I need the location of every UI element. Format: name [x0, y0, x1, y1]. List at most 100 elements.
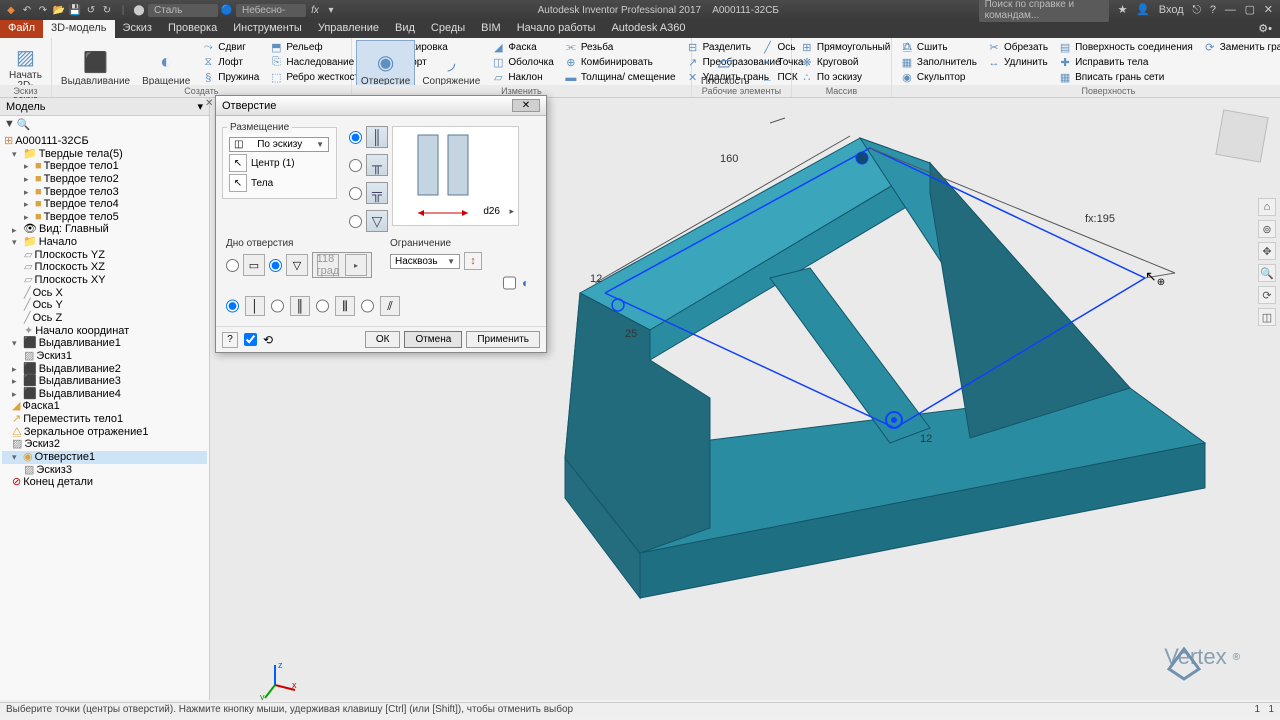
angle-bottom-radio[interactable]: [269, 259, 282, 272]
filter-icon[interactable]: ▼: [4, 118, 15, 131]
tree-plane[interactable]: ▱Плоскость XZ: [2, 261, 207, 274]
login-label[interactable]: Вход: [1156, 4, 1187, 16]
placement-combo[interactable]: ◫ По эскизу ▼: [229, 137, 329, 152]
tree-feature-hole[interactable]: ▾◉Отверстие1: [2, 451, 207, 464]
match-checkbox[interactable]: [503, 276, 516, 290]
expand-icon[interactable]: ▸: [12, 389, 21, 399]
home-icon[interactable]: ⌂: [1258, 198, 1276, 216]
tree-axis[interactable]: ╱Ось Z: [2, 312, 207, 325]
lookat-icon[interactable]: ◫: [1258, 308, 1276, 326]
user-icon[interactable]: 👤: [1133, 4, 1153, 16]
help-icon[interactable]: ?: [1207, 4, 1219, 16]
dialog-tab-close[interactable]: ✕: [205, 98, 215, 109]
shell-button[interactable]: ◫Оболочка: [487, 55, 558, 70]
tree-axis[interactable]: ╱Ось Y: [2, 299, 207, 312]
tree-solids[interactable]: ▾📁Твердые тела(5): [2, 148, 207, 161]
expand-icon[interactable]: ▸: [24, 187, 33, 197]
apply-button[interactable]: Применить: [466, 331, 540, 348]
tree-solid[interactable]: ▸■Твердое тело4: [2, 198, 207, 211]
preview-checkbox[interactable]: [244, 333, 257, 346]
tree-feature[interactable]: ▸⬛Выдавливание4: [2, 388, 207, 401]
cancel-button[interactable]: Отмена: [404, 331, 462, 348]
zoom-icon[interactable]: 🔍: [1258, 264, 1276, 282]
expand-icon[interactable]: ▸: [24, 161, 33, 171]
tab-3dmodel[interactable]: 3D-модель: [43, 20, 114, 38]
diameter-param[interactable]: d26: [483, 206, 500, 217]
simple-hole-radio[interactable]: [226, 296, 239, 316]
tree-feature[interactable]: ⧋Зеркальное отражение1: [2, 426, 207, 439]
thicken-button[interactable]: ▬Толщина/ смещение: [560, 70, 680, 85]
collapse-icon[interactable]: ▾: [12, 149, 21, 159]
save-icon[interactable]: 💾: [68, 3, 82, 17]
expand-icon[interactable]: ▸: [24, 199, 33, 209]
material-dropdown[interactable]: Сталь: [148, 4, 218, 17]
flip-button[interactable]: ↕: [464, 252, 482, 270]
tab-search-icon[interactable]: ⚙•: [1250, 20, 1280, 38]
help-search[interactable]: Поиск по справке и командам...: [979, 0, 1109, 22]
cloud-icon[interactable]: ⎋: [1189, 4, 1204, 16]
tree-solid[interactable]: ▸■Твердое тело3: [2, 186, 207, 199]
type-cbore-radio[interactable]: [349, 159, 362, 172]
tree-feature[interactable]: ▸⬛Выдавливание3: [2, 375, 207, 388]
fitmesh-button[interactable]: ▦Вписать грань сети: [1054, 70, 1197, 85]
tree-plane[interactable]: ▱Плоскость YZ: [2, 249, 207, 262]
min-icon[interactable]: —: [1222, 4, 1239, 16]
redo2-icon[interactable]: ↻: [100, 3, 114, 17]
type-csink-radio[interactable]: [349, 215, 362, 228]
stitch-button[interactable]: ⧉Сшить: [896, 40, 981, 55]
undo2-icon[interactable]: ↺: [84, 3, 98, 17]
extend-button[interactable]: ↔Удлинить: [983, 55, 1052, 70]
coil-button[interactable]: §Пружина: [197, 70, 263, 85]
tab-bim[interactable]: BIM: [473, 20, 509, 38]
collapse-icon[interactable]: ▾: [12, 452, 21, 462]
loft-button[interactable]: ⧖Лофт: [197, 55, 263, 70]
tapped-radio[interactable]: [316, 296, 329, 316]
tab-inspect[interactable]: Проверка: [160, 20, 225, 38]
patch-button[interactable]: ▦Заполнитель: [896, 55, 981, 70]
collapse-icon[interactable]: ▾: [12, 237, 21, 247]
close-icon[interactable]: ✕: [1261, 4, 1276, 16]
qat-more-icon[interactable]: ▾: [324, 3, 338, 17]
tab-sketch[interactable]: Эскиз: [115, 20, 160, 38]
tree-root[interactable]: ⊞А000111-32СБ: [2, 135, 207, 148]
tree-solid[interactable]: ▸■Твердое тело1: [2, 160, 207, 173]
tree-solid[interactable]: ▸■Твердое тело2: [2, 173, 207, 186]
solids-selector[interactable]: ↖Тела: [229, 174, 330, 192]
viewcube[interactable]: [1215, 109, 1268, 162]
tree-plane[interactable]: ▱Плоскость XY: [2, 274, 207, 287]
tree-origin[interactable]: ▾📁Начало: [2, 236, 207, 249]
limit-combo[interactable]: Насквозь▼: [390, 254, 460, 269]
expand-icon[interactable]: ▸: [12, 225, 21, 235]
tree-axis[interactable]: ╱Ось X: [2, 287, 207, 300]
clearance-radio[interactable]: [271, 296, 284, 316]
tree-eop[interactable]: ⊘Конец детали: [2, 476, 207, 489]
tree-origin-point[interactable]: ✦Начало координат: [2, 325, 207, 338]
dimension[interactable]: 12: [920, 433, 932, 445]
undo-icon[interactable]: ↶: [20, 3, 34, 17]
tab-tools[interactable]: Инструменты: [225, 20, 310, 38]
help-button[interactable]: ?: [222, 332, 238, 348]
expand-icon[interactable]: ▸: [24, 212, 33, 222]
dimension[interactable]: 12: [590, 273, 602, 285]
dimension[interactable]: fx:195: [1085, 213, 1115, 225]
rectpattern-button[interactable]: ⊞Прямоугольный: [796, 40, 895, 55]
collapse-icon[interactable]: ▾: [12, 338, 21, 348]
replaceface-button[interactable]: ⟳Заменить грань: [1199, 40, 1280, 55]
open-icon[interactable]: 📂: [52, 3, 66, 17]
centers-selector[interactable]: ↖Центр (1): [229, 154, 330, 172]
ruledsurf-button[interactable]: ▤Поверхность соединения: [1054, 40, 1197, 55]
dialog-titlebar[interactable]: Отверстие ✕: [216, 96, 546, 116]
pan-icon[interactable]: ✥: [1258, 242, 1276, 260]
tree-feature[interactable]: ◢Фаска1: [2, 400, 207, 413]
tab-view[interactable]: Вид: [387, 20, 423, 38]
draft-button[interactable]: ▱Наклон: [487, 70, 558, 85]
sculpt-button[interactable]: ◉Скульптор: [896, 70, 981, 85]
binoc-icon[interactable]: 🔍: [17, 118, 31, 131]
thread-button[interactable]: ⫘Резьба: [560, 40, 680, 55]
combine-button[interactable]: ⊕Комбинировать: [560, 55, 680, 70]
tab-a360[interactable]: Autodesk A360: [603, 20, 693, 38]
appearance-dropdown[interactable]: Небесно-: [236, 4, 306, 17]
expand-icon[interactable]: ▸: [24, 174, 33, 184]
chevron-right-icon[interactable]: ▸: [509, 206, 514, 217]
model-tree[interactable]: ⊞А000111-32СБ ▾📁Твердые тела(5) ▸■Твердо…: [0, 133, 209, 700]
